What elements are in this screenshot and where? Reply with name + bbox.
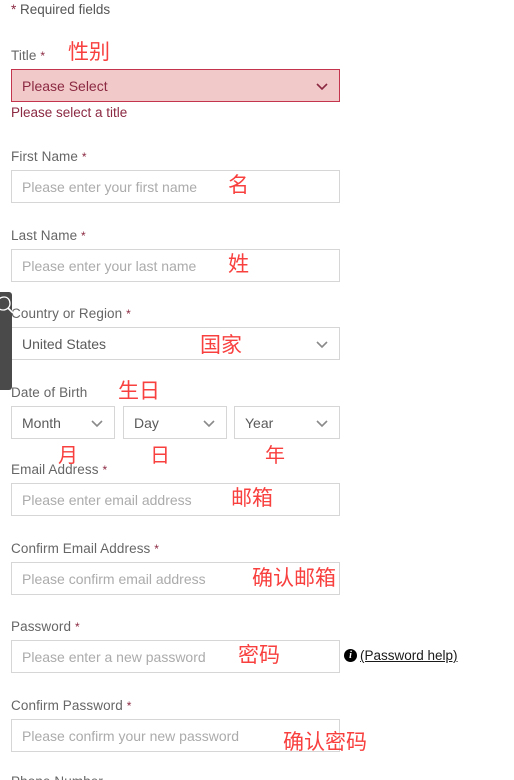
required-fields-note: * Required fields: [11, 2, 110, 17]
first-name-required-asterisk: *: [81, 150, 87, 164]
confirm-password-input[interactable]: Please confirm your new password: [11, 719, 340, 752]
registration-form-page: * Required fields Title * Please Select …: [0, 0, 514, 780]
last-name-label: Last Name *: [11, 228, 86, 243]
title-select[interactable]: Please Select: [11, 69, 340, 102]
phone-number-label: Phone Number: [11, 774, 103, 780]
last-name-input[interactable]: Please enter your last name: [11, 249, 340, 282]
country-label-text: Country or Region: [11, 306, 123, 321]
confirm-password-placeholder: Please confirm your new password: [22, 727, 240, 744]
confirm-email-label-text: Confirm Email Address: [11, 541, 151, 556]
country-select-value: United States: [22, 335, 107, 352]
birth-year-value: Year: [245, 414, 274, 431]
password-help-link[interactable]: (Password help): [360, 648, 458, 663]
country-select[interactable]: United States: [11, 327, 340, 360]
password-required-asterisk: *: [74, 620, 80, 634]
first-name-label: First Name *: [11, 149, 87, 164]
email-required-asterisk: *: [102, 463, 108, 477]
annotation-year: 年: [265, 443, 285, 467]
last-name-required-asterisk: *: [81, 229, 86, 243]
title-label: Title *: [11, 48, 45, 63]
side-feedback-tab[interactable]: [0, 292, 14, 390]
confirm-email-input[interactable]: Please confirm email address: [11, 562, 340, 595]
first-name-placeholder: Please enter your first name: [22, 178, 198, 195]
chevron-down-icon: [315, 79, 329, 93]
email-label: Email Address *: [11, 462, 107, 477]
email-input[interactable]: Please enter email address: [11, 483, 340, 516]
first-name-label-text: First Name: [11, 149, 79, 164]
birth-day-select[interactable]: Day: [123, 406, 227, 439]
info-icon: i: [344, 649, 357, 662]
birth-year-select[interactable]: Year: [234, 406, 340, 439]
password-label-text: Password: [11, 619, 72, 634]
country-label: Country or Region *: [11, 306, 131, 321]
confirm-email-placeholder: Please confirm email address: [22, 570, 206, 587]
search-bubble-icon: [0, 294, 16, 314]
confirm-email-label: Confirm Email Address *: [11, 541, 159, 556]
confirm-password-label-text: Confirm Password: [11, 698, 123, 713]
birth-day-value: Day: [134, 414, 159, 431]
birth-month-select[interactable]: Month: [11, 406, 115, 439]
confirm-password-required-asterisk: *: [126, 699, 132, 713]
password-label: Password *: [11, 619, 80, 634]
password-help[interactable]: i (Password help): [344, 648, 458, 663]
confirm-password-label: Confirm Password *: [11, 698, 132, 713]
first-name-input[interactable]: Please enter your first name: [11, 170, 340, 203]
chevron-down-icon: [202, 416, 216, 430]
last-name-placeholder: Please enter your last name: [22, 257, 197, 274]
required-fields-label: Required fields: [20, 2, 111, 17]
chevron-down-icon: [315, 337, 329, 351]
title-label-text: Title: [11, 48, 37, 63]
annotation-date-of-birth: 生日: [118, 379, 160, 403]
phone-number-label-text: Phone Number: [11, 774, 103, 780]
date-of-birth-label: Date of Birth: [11, 385, 87, 400]
chevron-down-icon: [315, 416, 329, 430]
annotation-title: 性别: [68, 40, 110, 64]
title-select-value: Please Select: [22, 77, 108, 94]
email-label-text: Email Address: [11, 462, 99, 477]
title-error-message: Please select a title: [11, 105, 128, 120]
password-placeholder: Please enter a new password: [22, 648, 206, 665]
last-name-label-text: Last Name: [11, 228, 78, 243]
chevron-down-icon: [90, 416, 104, 430]
title-required-asterisk: *: [40, 49, 46, 63]
password-input[interactable]: Please enter a new password: [11, 640, 340, 673]
country-required-asterisk: *: [126, 307, 131, 321]
birth-month-value: Month: [22, 414, 61, 431]
required-asterisk: *: [11, 2, 17, 17]
annotation-day: 日: [150, 443, 170, 467]
date-of-birth-label-text: Date of Birth: [11, 385, 88, 400]
email-placeholder: Please enter email address: [22, 491, 192, 508]
confirm-email-required-asterisk: *: [154, 542, 160, 556]
